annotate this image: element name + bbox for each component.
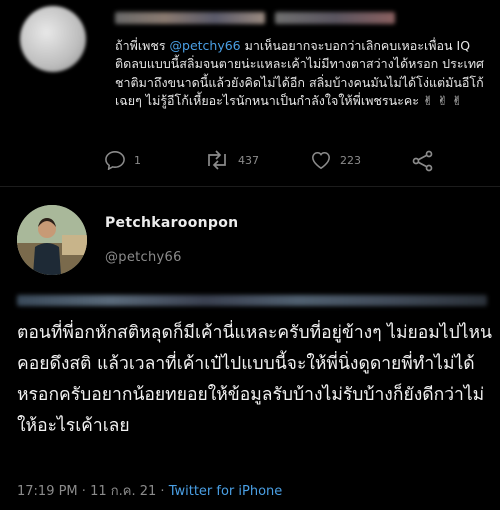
tweet-text: ตอนที่พี่อกหักสติหลุดก็มีเค้านี่แหละครับ… — [17, 323, 493, 436]
heart-icon — [312, 151, 330, 170]
reply-count: 1 — [134, 153, 141, 167]
person-photo-icon — [17, 205, 87, 275]
comment-icon — [105, 151, 125, 170]
share-icon — [412, 150, 433, 172]
retweet-action[interactable]: 437 — [204, 150, 259, 170]
reply-mention-link[interactable]: @petchy66 — [170, 38, 241, 53]
reply-author-avatar[interactable] — [20, 6, 86, 72]
tweet-source-link[interactable]: Twitter for iPhone — [169, 484, 283, 499]
like-action[interactable]: 223 — [310, 150, 361, 170]
tweet-time[interactable]: 17:19 PM — [17, 484, 78, 499]
meta-separator-2: · — [160, 484, 165, 499]
redacted-display-name — [115, 12, 265, 24]
tweet-date[interactable]: 11 ก.ค. 21 — [90, 484, 156, 499]
reply-text-start: ถ้าพี่เพชร — [115, 38, 170, 53]
author-display-name[interactable]: Petchkaroonpon — [105, 215, 238, 231]
author-handle[interactable]: @petchy66 — [105, 250, 182, 265]
reply-action[interactable]: 1 — [104, 150, 141, 170]
author-avatar[interactable] — [17, 205, 87, 275]
reply-action-bar: 1 437 223 — [104, 150, 434, 174]
like-count: 223 — [340, 153, 361, 167]
reply-tweet-text: ถ้าพี่เพชร @petchy66 มาเห็นอยากจะบอกว่าเ… — [115, 37, 497, 110]
meta-separator: · — [81, 484, 86, 499]
tweet-metadata: 17:19 PM · 11 ก.ค. 21 · Twitter for iPho… — [17, 480, 282, 501]
redacted-reply-context — [17, 295, 487, 306]
share-action[interactable] — [412, 150, 434, 172]
tweet-divider — [0, 186, 500, 187]
redacted-handle — [275, 12, 395, 24]
retweet-icon — [208, 150, 226, 170]
retweet-count: 437 — [238, 153, 259, 167]
